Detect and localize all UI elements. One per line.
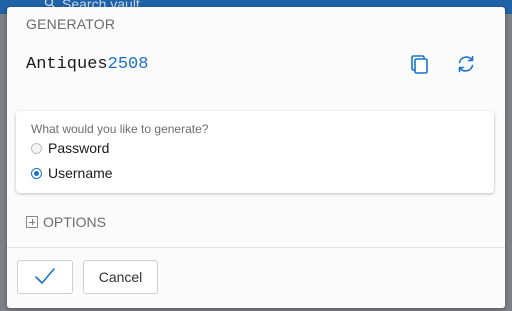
generated-word: Antiques	[26, 55, 108, 74]
password-option[interactable]: Password	[31, 140, 109, 156]
options-toggle[interactable]: OPTIONS	[26, 214, 106, 230]
regenerate-button[interactable]	[452, 52, 480, 80]
refresh-icon	[455, 53, 477, 80]
generated-number: 2508	[107, 55, 149, 74]
cancel-button[interactable]: Cancel	[83, 260, 158, 294]
confirm-button[interactable]	[17, 260, 73, 294]
password-radio[interactable]	[31, 142, 42, 154]
generated-value: Antiques2508	[26, 55, 148, 74]
password-label: Password	[48, 140, 110, 156]
dialog-footer: Cancel	[7, 247, 505, 308]
type-question-label: What would you like to generate?	[31, 122, 209, 136]
checkmark-icon	[34, 267, 56, 288]
generate-type-box: What would you like to generate? Passwor…	[16, 111, 494, 193]
dialog-title: GENERATOR	[26, 16, 116, 32]
generator-dialog: GENERATOR Antiques2508 What would you li…	[7, 7, 505, 308]
copy-icon	[408, 53, 430, 80]
copy-button[interactable]	[405, 52, 433, 80]
username-label: Username	[48, 165, 113, 181]
username-radio[interactable]	[31, 167, 42, 179]
plus-square-icon	[26, 216, 38, 228]
options-label: OPTIONS	[43, 214, 107, 230]
username-option[interactable]: Username	[31, 165, 113, 181]
